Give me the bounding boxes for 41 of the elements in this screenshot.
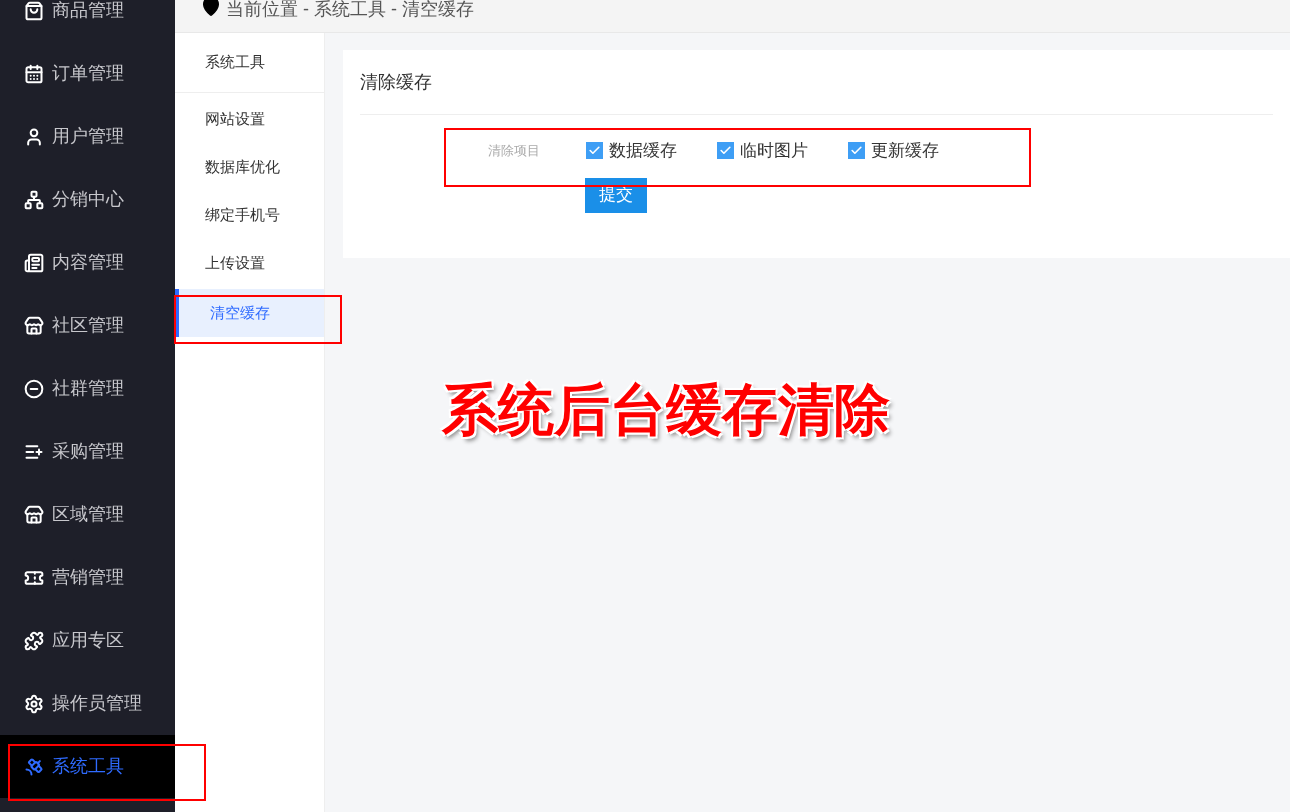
store-icon	[24, 504, 44, 525]
annotation-caption: 系统后台缓存清除	[442, 377, 890, 443]
panel-icon	[24, 252, 44, 273]
submenu-item[interactable]: 上传设置	[175, 239, 324, 287]
sidebar-item[interactable]: 内容管理	[0, 231, 175, 294]
sidebar-item[interactable]: 订单管理	[0, 42, 175, 105]
sidebar-item[interactable]: 应用专区	[0, 609, 175, 672]
settings-icon	[24, 693, 44, 714]
sidebar-item[interactable]: 用户管理	[0, 105, 175, 168]
location-pin-icon	[200, 0, 222, 17]
sidebar-item[interactable]: 分销中心	[0, 168, 175, 231]
checkbox[interactable]	[848, 142, 865, 160]
checkbox[interactable]	[717, 142, 734, 160]
sidebar-item[interactable]: 营销管理	[0, 546, 175, 609]
user-icon	[24, 126, 44, 147]
satellite-icon	[24, 756, 44, 777]
hierarchy-icon	[24, 189, 44, 210]
sidebar-item[interactable]: 操作员管理	[0, 672, 175, 735]
submenu-item[interactable]: 网站设置	[175, 95, 324, 143]
sidebar-item[interactable]: 区域管理	[0, 483, 175, 546]
puzzle-icon	[24, 630, 44, 651]
minus-circle-icon	[24, 378, 44, 399]
card-title: 清除缓存	[360, 50, 1273, 115]
sidebar-item[interactable]: 社区管理	[0, 294, 175, 357]
field-label: 清除项目	[488, 142, 541, 160]
checkbox[interactable]	[586, 142, 603, 160]
breadcrumb: 当前位置 - 系统工具 - 清空缓存	[226, 0, 474, 21]
sidebar-item[interactable]: 社群管理	[0, 357, 175, 420]
calendar-icon	[24, 63, 44, 84]
bag-icon	[24, 0, 44, 21]
sidebar-item[interactable]: 系统工具	[0, 735, 175, 798]
sidebar-item[interactable]: 商品管理	[0, 0, 175, 42]
submenu-item[interactable]: 绑定手机号	[175, 191, 324, 239]
checkbox-option[interactable]: 更新缓存	[848, 138, 939, 164]
submenu-item[interactable]: 清空缓存	[175, 289, 324, 337]
checkbox-option[interactable]: 数据缓存	[586, 138, 677, 164]
sidebar-item[interactable]: 采购管理	[0, 420, 175, 483]
store-icon	[24, 315, 44, 336]
submenu-title: 系统工具	[175, 33, 324, 93]
submenu-item[interactable]: 数据库优化	[175, 143, 324, 191]
checkbox-option[interactable]: 临时图片	[717, 138, 808, 164]
